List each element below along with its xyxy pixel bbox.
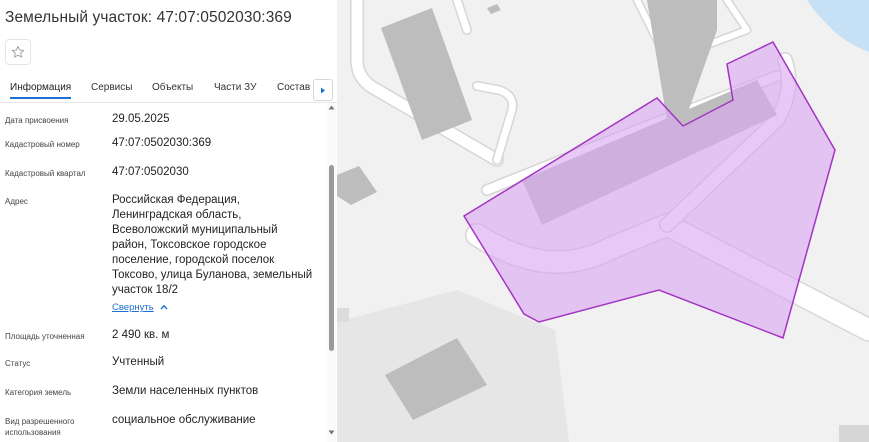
field-label: Кадастровый номер: [5, 140, 80, 149]
field-label: Дата присвоения: [5, 116, 69, 125]
address-line: Ленинградская область,: [112, 209, 242, 221]
triangle-right-icon: [321, 87, 325, 93]
address-line: Российская Федерация,: [112, 194, 240, 206]
tab-parcel-parts[interactable]: Части ЗУ: [214, 82, 256, 93]
tab-bar: Информация Сервисы Объекты Части ЗУ Сост…: [0, 77, 338, 103]
tab-composition[interactable]: Состав: [277, 82, 310, 93]
page-title: Земельный участок: 47:07:0502030:369: [5, 9, 292, 26]
info-panel: Земельный участок: 47:07:0502030:369 Инф…: [0, 0, 338, 442]
chevron-up-icon[interactable]: [160, 300, 168, 315]
field-label-line: Вид разрешенного: [5, 417, 75, 426]
grey-area: [337, 308, 349, 322]
map-canvas[interactable]: [337, 0, 869, 442]
field-label-line: использования: [5, 428, 61, 437]
map-view[interactable]: [337, 0, 869, 442]
tab-objects[interactable]: Объекты: [152, 82, 193, 93]
properties-list: Дата присвоения 29.05.2025 Кадастровый н…: [0, 103, 326, 442]
field-label: Категория земель: [5, 388, 72, 397]
collapse-link[interactable]: Свернуть: [112, 300, 154, 315]
tab-scroll-right-button[interactable]: [313, 79, 333, 101]
address-line: Всеволожский муниципальный: [112, 224, 278, 236]
scrollbar-thumb[interactable]: [329, 165, 334, 351]
address-line: район, Токсовское городское: [112, 239, 267, 251]
field-label: Вид разрешенного использования: [5, 416, 105, 438]
properties-scrollbar[interactable]: [327, 103, 336, 442]
address-line: участок 18/2: [112, 284, 179, 296]
field-value: 47:07:0502030: [112, 166, 189, 178]
field-value: 47:07:0502030:369: [112, 137, 212, 149]
collapse-control: Свернуть: [112, 298, 320, 315]
field-value: 2 490 кв. м: [112, 329, 170, 341]
tab-services[interactable]: Сервисы: [91, 82, 132, 93]
star-outline-icon: [11, 46, 25, 58]
address-line: Токсово, улица Буланова, земельный: [112, 269, 313, 281]
field-value: Земли населенных пунктов: [112, 385, 259, 397]
field-label: Площадь уточненная: [5, 332, 85, 341]
triangle-up-icon[interactable]: [328, 105, 335, 112]
address-value: Российская Федерация, Ленинградская обла…: [112, 193, 320, 315]
field-value: социальное обслуживание: [112, 414, 256, 426]
address-line: поселение, городской поселок: [112, 254, 275, 266]
favorite-button[interactable]: [5, 39, 31, 65]
field-value: 29.05.2025: [112, 113, 170, 125]
field-label: Кадастровый квартал: [5, 169, 86, 178]
field-value: Учтенный: [112, 356, 165, 368]
tab-information[interactable]: Информация: [10, 82, 72, 99]
field-label: Адрес: [5, 197, 28, 206]
field-label: Статус: [5, 359, 31, 368]
triangle-down-icon[interactable]: [328, 430, 335, 437]
building: [839, 425, 869, 442]
